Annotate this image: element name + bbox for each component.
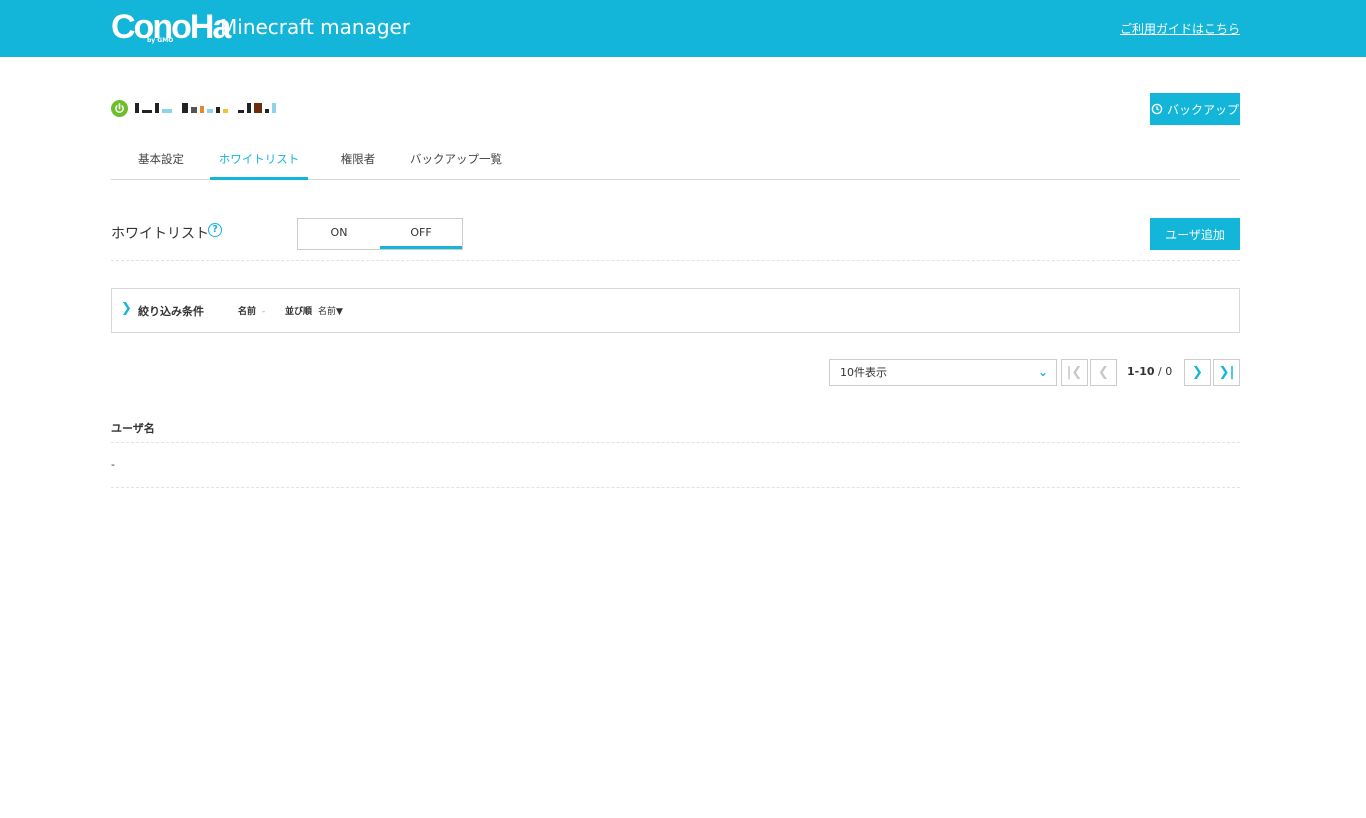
- app-header: ConoHa by GMO Minecraft manager ご利用ガイドはこ…: [0, 0, 1366, 57]
- column-header-username: ユーザ名: [111, 422, 155, 435]
- filter-sort-value: 名前▼: [318, 307, 343, 317]
- chevron-right-icon[interactable]: ❯: [121, 301, 132, 316]
- divider: [111, 260, 1240, 261]
- page-range: 1-10 / 0: [1127, 365, 1172, 378]
- page-total: 0: [1165, 365, 1173, 378]
- backup-clock-icon: [1151, 103, 1163, 115]
- whitelist-toggle: ON OFF: [297, 218, 463, 250]
- tab-whitelist[interactable]: ホワイトリスト: [210, 145, 308, 180]
- divider: [111, 442, 1240, 443]
- backup-button[interactable]: バックアップ: [1150, 93, 1240, 125]
- page-range-value: 1-10: [1127, 365, 1155, 378]
- tab-bar: 基本設定 ホワイトリスト 権限者 バックアップ一覧: [111, 145, 1240, 180]
- product-name: Minecraft manager: [220, 15, 411, 39]
- first-page-button[interactable]: |❮: [1061, 359, 1088, 386]
- filter-name-label: 名前: [238, 307, 257, 317]
- tab-permissions[interactable]: 権限者: [333, 145, 383, 180]
- toggle-off[interactable]: OFF: [380, 219, 462, 249]
- logo-sub: by GMO: [147, 37, 174, 44]
- toggle-on[interactable]: ON: [298, 219, 380, 249]
- divider: [111, 487, 1240, 488]
- table-row: -: [111, 458, 115, 471]
- filter-panel[interactable]: ❯ 絞り込み条件 名前 - 並び順 名前▼: [111, 288, 1240, 333]
- power-status-icon: [111, 100, 128, 117]
- backup-button-label: バックアップ: [1166, 102, 1239, 117]
- chevron-down-icon: ⌄: [1037, 365, 1048, 379]
- per-page-select[interactable]: 10件表示 ⌄: [829, 359, 1057, 386]
- tab-backup-list[interactable]: バックアップ一覧: [406, 145, 506, 180]
- server-name-redacted: [135, 101, 276, 113]
- filter-title[interactable]: 絞り込み条件: [138, 303, 204, 319]
- add-user-button[interactable]: ユーザ追加: [1150, 218, 1240, 250]
- guide-link[interactable]: ご利用ガイドはこちら: [1120, 20, 1240, 37]
- per-page-value: 10件表示: [840, 366, 887, 379]
- whitelist-label: ホワイトリスト: [111, 226, 209, 242]
- page-separator: /: [1158, 365, 1162, 378]
- filter-name-value: -: [262, 307, 266, 317]
- help-icon[interactable]: ?: [208, 223, 222, 237]
- tab-basic-settings[interactable]: 基本設定: [125, 145, 197, 180]
- conoha-logo[interactable]: ConoHa by GMO Minecraft manager: [111, 9, 410, 45]
- filter-sort: 並び順 名前▼: [285, 304, 343, 317]
- last-page-button[interactable]: ❯|: [1213, 359, 1240, 386]
- filter-sort-label: 並び順: [285, 307, 313, 317]
- prev-page-button[interactable]: ❮: [1090, 359, 1117, 386]
- next-page-button[interactable]: ❯: [1184, 359, 1211, 386]
- filter-name: 名前 -: [238, 304, 265, 317]
